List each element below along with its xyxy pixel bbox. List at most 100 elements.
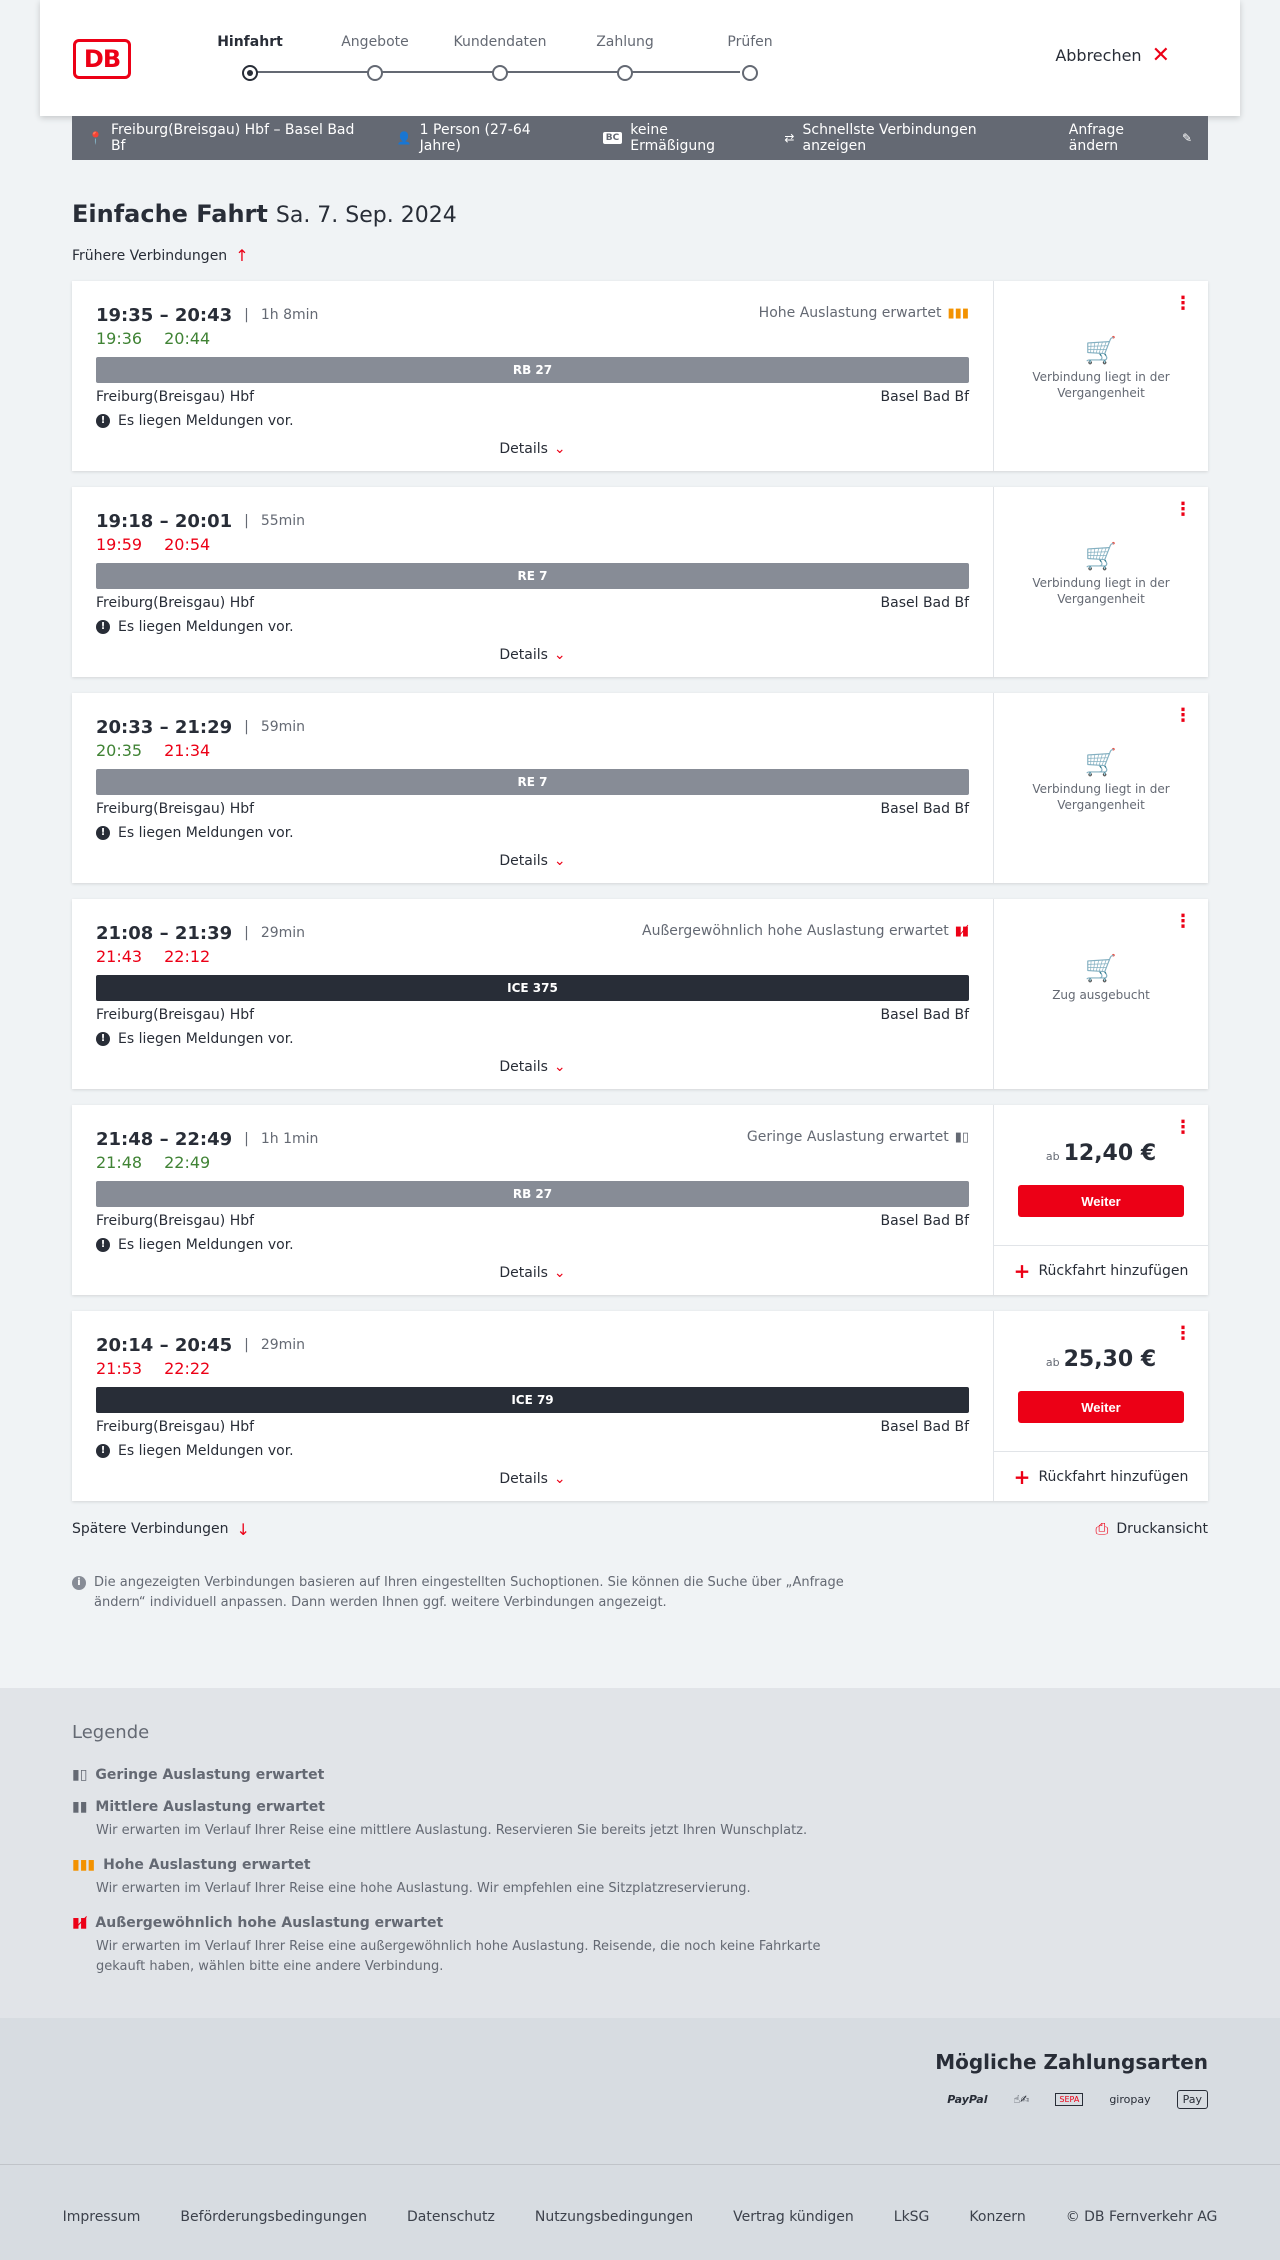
- load-high-icon: ▮▮▮: [72, 1857, 96, 1873]
- unavailable-status: 🛒 Verbindung liegt in der Vergangenheit: [994, 338, 1208, 401]
- details-toggle[interactable]: Details ⌄: [72, 1471, 993, 1487]
- continue-button[interactable]: Weiter: [1018, 1185, 1184, 1217]
- realtime-departure: 20:35: [96, 741, 143, 760]
- swap-arrows-icon: ⇄: [784, 131, 795, 145]
- footer-link[interactable]: LkSG: [894, 2209, 930, 2225]
- realtime-times: 19:59 20:54: [96, 535, 969, 557]
- legend-item-high: ▮▮▮ Hohe Auslastung erwartet Wir erwarten …: [72, 1857, 751, 1896]
- step-angebote: Angebote: [320, 34, 430, 81]
- footer-link[interactable]: Impressum: [63, 2209, 141, 2225]
- connection-main[interactable]: 20:33 – 21:29 | 59min 20:35 21:34 RE 7 F…: [72, 693, 994, 883]
- payment-logos: PayPal ☝✍ SEPA giropay Pay: [947, 2090, 1208, 2109]
- price: ab 25,30 €: [1045, 1347, 1157, 1372]
- connection-card: 21:48 – 22:49 | 1h 1min Geringe Auslastu…: [72, 1105, 1208, 1295]
- chevron-down-icon: ⌄: [553, 853, 566, 869]
- train-bar[interactable]: RB 27: [96, 357, 969, 383]
- connection-times: 20:14 – 20:45 | 29min: [96, 1334, 306, 1356]
- footer-link[interactable]: Vertrag kündigen: [733, 2209, 854, 2225]
- print-icon: ⎙: [1095, 1519, 1109, 1538]
- connection-main[interactable]: 19:18 – 20:01 | 55min 19:59 20:54 RE 7 F…: [72, 487, 994, 677]
- realtime-arrival: 20:54: [164, 535, 211, 554]
- price: ab 12,40 €: [1045, 1141, 1157, 1166]
- footer-link[interactable]: Konzern: [969, 2209, 1025, 2225]
- realtime-times: 21:43 22:12: [96, 947, 969, 969]
- legend-title: Legende: [72, 1722, 150, 1743]
- connection-offer: ⋮ 🛒 Verbindung liegt in der Vergangenhei…: [994, 487, 1208, 677]
- connection-offer: ⋮ 🛒 Verbindung liegt in der Vergangenhei…: [994, 693, 1208, 883]
- train-bar[interactable]: RE 7: [96, 563, 969, 589]
- earlier-connections-link[interactable]: Frühere Verbindungen ↑: [72, 246, 1208, 265]
- duration: 55min: [260, 513, 306, 529]
- cart-unavailable-icon: 🛒: [1084, 748, 1118, 778]
- chevron-down-icon: ⌄: [553, 1265, 566, 1281]
- stations: Freiburg(Breisgau) Hbf Basel Bad Bf: [96, 801, 969, 817]
- results-footer: Spätere Verbindungen ↓ ⎙ Druckansicht: [72, 1519, 1208, 1539]
- print-view-link[interactable]: ⎙ Druckansicht: [1096, 1519, 1208, 1539]
- alert-icon: !: [96, 826, 110, 840]
- more-options-icon[interactable]: ⋮: [1174, 1325, 1192, 1343]
- load-low-icon: ▮▯: [954, 1129, 969, 1145]
- cart-unavailable-icon: 🛒: [1084, 954, 1118, 984]
- details-toggle[interactable]: Details ⌄: [72, 853, 993, 869]
- details-toggle[interactable]: Details ⌄: [72, 441, 993, 457]
- more-options-icon[interactable]: ⋮: [1174, 295, 1192, 313]
- step-zahlung: Zahlung: [570, 34, 680, 81]
- realtime-arrival: 20:44: [164, 329, 211, 348]
- details-toggle[interactable]: Details ⌄: [72, 1265, 993, 1281]
- stations: Freiburg(Breisgau) Hbf Basel Bad Bf: [96, 1213, 969, 1229]
- continue-button[interactable]: Weiter: [1018, 1391, 1184, 1423]
- footer-link[interactable]: © DB Fernverkehr AG: [1066, 2209, 1218, 2225]
- more-options-icon[interactable]: ⋮: [1174, 707, 1192, 725]
- travel-date: Sa. 7. Sep. 2024: [275, 203, 457, 228]
- connection-main[interactable]: 21:08 – 21:39 | 29min Außergewöhnlich ho…: [72, 899, 994, 1089]
- train-bar[interactable]: RE 7: [96, 769, 969, 795]
- chevron-down-icon: ⌄: [553, 1059, 566, 1075]
- more-options-icon[interactable]: ⋮: [1174, 501, 1192, 519]
- db-logo[interactable]: DB: [73, 39, 131, 79]
- footer-link[interactable]: Datenschutz: [407, 2209, 495, 2225]
- add-return-button[interactable]: + Rückfahrt hinzufügen: [994, 1245, 1208, 1295]
- connection-card: 20:33 – 21:29 | 59min 20:35 21:34 RE 7 F…: [72, 693, 1208, 883]
- footer-links: Impressum Beförderungsbedingungen Datensch…: [0, 2209, 1280, 2225]
- realtime-arrival: 22:22: [164, 1359, 211, 1378]
- load-extreme-icon: ▮▮̸: [72, 1915, 88, 1931]
- alert-icon: !: [96, 414, 110, 428]
- load-extreme-icon: ▮▮̸: [954, 923, 969, 939]
- results-section: Einfache Fahrt Sa. 7. Sep. 2024 Frühere V…: [72, 200, 1208, 1613]
- arrival-station: Basel Bad Bf: [880, 595, 969, 611]
- location-pin-icon: 📍: [88, 131, 103, 145]
- footer-link[interactable]: Beförderungsbedingungen: [180, 2209, 367, 2225]
- route-summary: 📍 Freiburg(Breisgau) Hbf – Basel Bad Bf: [88, 122, 355, 154]
- add-return-button[interactable]: + Rückfahrt hinzufügen: [994, 1451, 1208, 1501]
- connection-main[interactable]: 20:14 – 20:45 | 29min 21:53 22:22 ICE 79…: [72, 1311, 994, 1501]
- connection-main[interactable]: 19:35 – 20:43 | 1h 8min Hohe Auslastung …: [72, 281, 994, 471]
- more-options-icon[interactable]: ⋮: [1174, 913, 1192, 931]
- alert-icon: !: [96, 1444, 110, 1458]
- details-toggle[interactable]: Details ⌄: [72, 1059, 993, 1075]
- arrival-station: Basel Bad Bf: [880, 1007, 969, 1023]
- arrow-up-icon: ↑: [235, 246, 249, 265]
- step-dot: [742, 65, 758, 81]
- connection-card: 21:08 – 21:39 | 29min Außergewöhnlich ho…: [72, 899, 1208, 1089]
- creditcard-icon: ☝✍: [1013, 2093, 1030, 2106]
- change-query-button[interactable]: Anfrage ändern ✎: [1069, 122, 1192, 154]
- train-bar[interactable]: ICE 79: [96, 1387, 969, 1413]
- more-options-icon[interactable]: ⋮: [1174, 1119, 1192, 1137]
- cancel-button[interactable]: Abbrechen ✕: [1055, 44, 1170, 66]
- footer-link[interactable]: Nutzungsbedingungen: [535, 2209, 693, 2225]
- chevron-down-icon: ⌄: [553, 441, 566, 457]
- legend-item-medium: ▮▮ Mittlere Auslastung erwartet Wir erwart…: [72, 1799, 808, 1838]
- load-medium-icon: ▮▮: [72, 1799, 88, 1815]
- load-indicator: Außergewöhnlich hohe Auslastung erwartet…: [642, 923, 969, 939]
- load-indicator: Hohe Auslastung erwartet ▮▮▮: [758, 305, 969, 321]
- details-toggle[interactable]: Details ⌄: [72, 647, 993, 663]
- pencil-icon: ✎: [1181, 131, 1192, 145]
- train-bar[interactable]: ICE 375: [96, 975, 969, 1001]
- connection-main[interactable]: 21:48 – 22:49 | 1h 1min Geringe Auslastu…: [72, 1105, 994, 1295]
- fastest-toggle[interactable]: ⇄ Schnellste Verbindungen anzeigen: [784, 122, 1036, 154]
- persons-summary: 👤 1 Person (27-64 Jahre): [396, 122, 531, 154]
- train-bar[interactable]: RB 27: [96, 1181, 969, 1207]
- departure-station: Freiburg(Breisgau) Hbf: [96, 1419, 255, 1435]
- connection-card: 19:35 – 20:43 | 1h 8min Hohe Auslastung …: [72, 281, 1208, 471]
- later-connections-link[interactable]: Spätere Verbindungen ↓: [72, 1520, 250, 1539]
